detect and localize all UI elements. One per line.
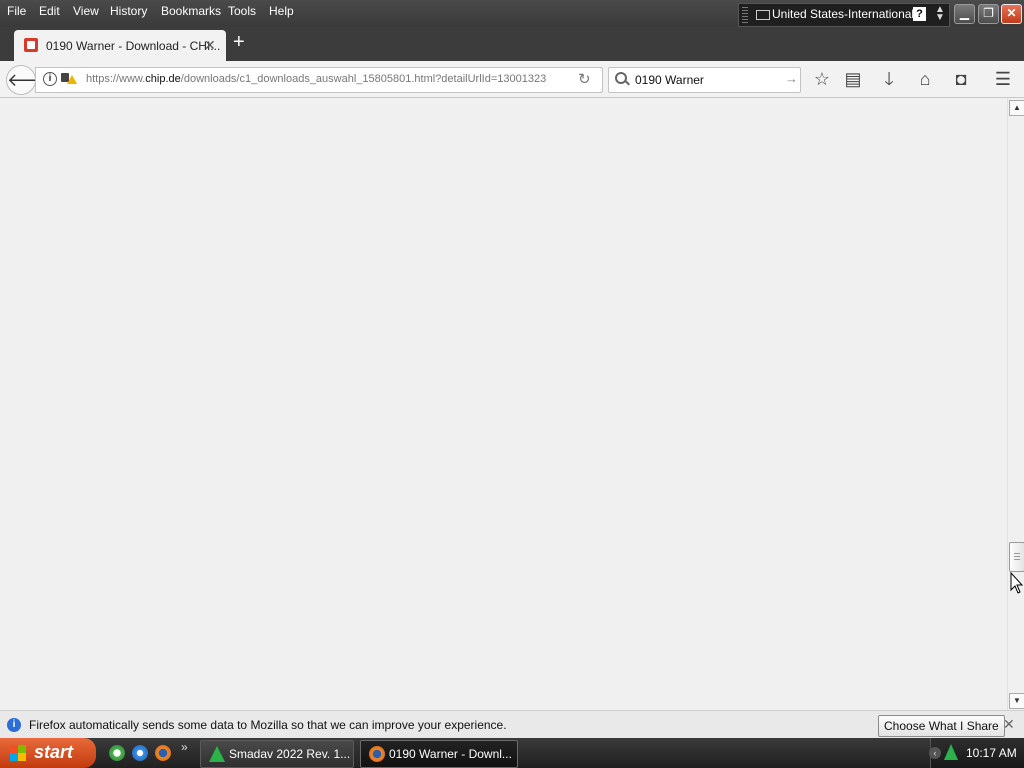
mouse-cursor-icon [1010, 572, 1024, 594]
restore-icon: ❐ [983, 6, 994, 20]
back-button[interactable]: 🡐 [6, 65, 55, 95]
reading-list-icon[interactable]: ▤ [841, 67, 865, 91]
navigation-bar: 🡐 i https://www.chip.de/downloads/c1_dow… [0, 61, 1024, 98]
scroll-thumb[interactable] [1009, 542, 1024, 572]
scroll-up-arrow-icon[interactable]: ▲ [1009, 100, 1024, 116]
search-go-icon[interactable]: → [785, 71, 798, 86]
choose-what-i-share-button[interactable]: Choose What I Share [878, 715, 1005, 737]
smadav-icon [209, 746, 225, 762]
tab-title: 0190 Warner - Download - CHI... [46, 39, 221, 53]
restore-button[interactable]: ❐ [978, 4, 999, 24]
taskbar-item-smadav[interactable]: Smadav 2022 Rev. 1... [200, 740, 354, 768]
url-path: /downloads/c1_downloads_auswahl_15805801… [180, 73, 547, 85]
task-label: Smadav 2022 Rev. 1... [229, 747, 351, 761]
new-tab-button[interactable]: + [233, 32, 245, 52]
reload-icon[interactable]: ↻ [578, 70, 591, 88]
tab-active[interactable]: 0190 Warner - Download - CHI... ✕ [14, 30, 226, 61]
menu-history[interactable]: History [110, 4, 147, 18]
download-icon[interactable]: 🡓 [877, 67, 901, 91]
notification-close-icon[interactable]: ✕ [1003, 716, 1015, 733]
pocket-icon[interactable]: ◘ [949, 67, 973, 91]
internet-explorer-icon[interactable] [132, 745, 148, 761]
notification-bar: i Firefox automatically sends some data … [0, 710, 1024, 739]
chip-favicon-icon [24, 38, 38, 52]
menu-bar: File Edit View History Bookmarks Tools H… [0, 0, 1024, 27]
menu-help[interactable]: Help [269, 4, 294, 18]
tab-strip: 0190 Warner - Download - CHI... ✕ + [0, 27, 1024, 61]
help-icon[interactable]: ? [913, 7, 926, 21]
menu-tools[interactable]: Tools [228, 4, 256, 18]
info-icon[interactable]: i [43, 72, 57, 86]
quicklaunch-more-icon[interactable]: » [181, 740, 188, 754]
chrome-like-quicklaunch-icon[interactable] [109, 745, 125, 761]
start-label: start [34, 742, 74, 762]
info-icon: i [7, 718, 21, 732]
menu-bookmarks[interactable]: Bookmarks [161, 4, 221, 18]
firefox-icon [369, 746, 385, 762]
clock[interactable]: 10:17 AM [966, 746, 1017, 760]
search-bar[interactable]: → [608, 67, 801, 93]
minimize-button[interactable]: ▁ [954, 4, 975, 24]
show-hidden-icons-icon[interactable]: ‹ [929, 747, 941, 759]
home-icon[interactable]: ⌂ [913, 67, 937, 91]
menu-file[interactable]: File [7, 4, 26, 18]
windows-logo-icon [10, 745, 26, 761]
page-content[interactable] [0, 98, 1007, 710]
firefox-quicklaunch-icon[interactable] [155, 745, 171, 761]
menu-view[interactable]: View [73, 4, 99, 18]
language-label[interactable]: United States-International [772, 7, 914, 21]
minimize-icon: ▁ [959, 6, 970, 20]
hamburger-menu-icon[interactable]: ☰ [991, 67, 1015, 91]
start-button[interactable]: start [0, 738, 96, 768]
smadav-tray-icon[interactable] [944, 744, 958, 760]
close-window-button[interactable]: ✕ [1001, 4, 1022, 24]
task-label: 0190 Warner - Downl... [389, 747, 512, 761]
warning-icon [67, 75, 77, 84]
tab-close-icon[interactable]: ✕ [204, 37, 216, 54]
search-input[interactable] [633, 71, 787, 89]
url-bar[interactable]: i https://www.chip.de/downloads/c1_downl… [35, 67, 603, 93]
url-host: chip.de [145, 73, 181, 85]
grip-handle[interactable] [742, 7, 748, 23]
bookmark-star-icon[interactable]: ☆ [810, 67, 834, 91]
menu-edit[interactable]: Edit [39, 4, 60, 18]
taskbar: start » Smadav 2022 Rev. 1... 0190 Warne… [0, 738, 1024, 768]
language-bar[interactable]: United States-International ? ▲ ▼ [738, 3, 950, 27]
scroll-down-arrow-icon[interactable]: ▼ [1009, 693, 1024, 709]
search-icon [615, 72, 627, 84]
vertical-scrollbar[interactable]: ▲ ▼ [1007, 98, 1024, 710]
taskbar-item-firefox[interactable]: 0190 Warner - Downl... [360, 740, 518, 768]
url-prefix: https://www. [86, 73, 146, 85]
keyboard-icon [756, 10, 770, 20]
system-tray: ‹ 10:17 AM [929, 738, 1024, 768]
close-icon: ✕ [1006, 6, 1017, 20]
notification-message: Firefox automatically sends some data to… [29, 718, 507, 732]
options-arrows-icon[interactable]: ▲ ▼ [935, 5, 945, 23]
url-text[interactable]: https://www.chip.de/downloads/c1_downloa… [86, 73, 546, 85]
